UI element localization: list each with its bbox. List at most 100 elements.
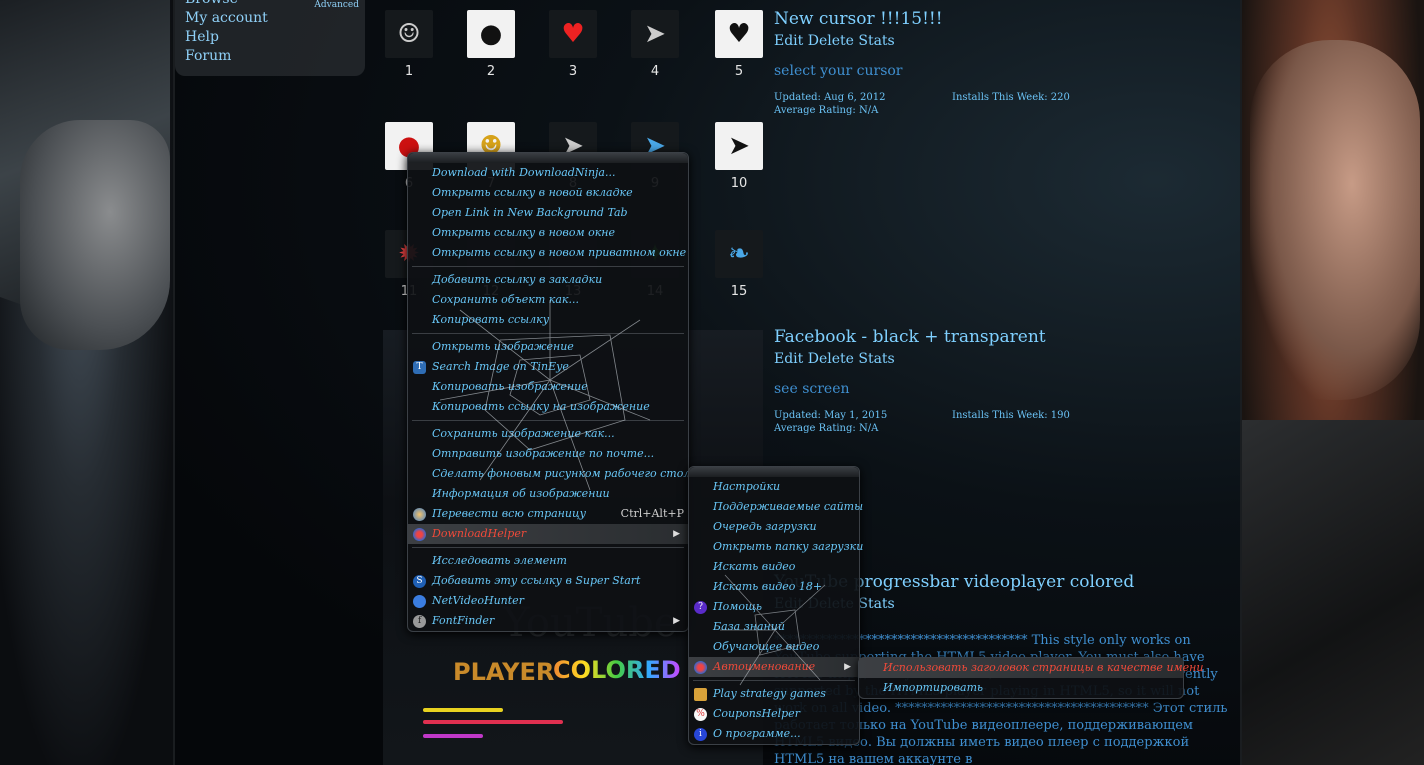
context-menu-item[interactable]: f FontFinder ▶ [408, 611, 688, 631]
progress-bar-yellow [423, 708, 503, 712]
nav-forum[interactable]: Forum [175, 47, 365, 66]
menu-header [689, 467, 859, 477]
downloadhelper-menu-item[interactable]: ? Помощь [689, 597, 859, 617]
entry-installs: Installs This Week: 220 [952, 92, 1070, 103]
winged-heart-icon[interactable]: ♥ [549, 10, 597, 58]
menu-item-label: Копировать изображение [432, 380, 588, 393]
autoname-submenu: Использовать заголовок страницы в качест… [858, 657, 1203, 699]
menu-item-label: Поддерживаемые сайты [713, 500, 864, 513]
context-menu-item[interactable]: Копировать ссылку [408, 310, 688, 330]
cursor-cell[interactable]: ♥ 5 [713, 10, 765, 79]
cursor-cell[interactable]: ❧ 15 [713, 230, 765, 299]
red-arrow-icon[interactable]: ➤ [715, 122, 763, 170]
menu-item-label: Обучающее видео [713, 640, 820, 653]
menu-item-label: Download with DownloadNinja... [432, 166, 616, 179]
context-menu-item[interactable]: T Search Image on TinEye [408, 357, 688, 377]
downloadhelper-menu-item[interactable]: i О программе... [689, 724, 859, 744]
downloadhelper-icon [413, 528, 426, 541]
context-menu-item[interactable]: Download with DownloadNinja... [408, 163, 688, 183]
menu-separator [693, 680, 855, 681]
menu-separator [412, 266, 684, 267]
downloadhelper-menu-item[interactable]: Настройки [689, 477, 859, 497]
about-icon: i [694, 728, 707, 741]
menu-item-label: Сохранить изображение как... [432, 427, 615, 440]
bomb-icon[interactable]: ● [467, 10, 515, 58]
cursor-cell[interactable]: ➤ 4 [629, 10, 681, 79]
entry-title[interactable]: New cursor !!!15!!! [774, 8, 1234, 30]
context-menu-item[interactable]: Открыть ссылку в новой вкладке [408, 183, 688, 203]
nav-my-account[interactable]: My account [175, 9, 365, 28]
jacket-image [1240, 420, 1424, 765]
superstart-icon: S [413, 575, 426, 588]
context-menu-item[interactable]: Open Link in New Background Tab [408, 203, 688, 223]
downloadhelper-menu-item[interactable]: Очередь загрузки [689, 517, 859, 537]
autoname-menu-item[interactable]: Импортировать [859, 678, 1183, 698]
menu-item-label: FontFinder [432, 614, 495, 627]
downloadhelper-menu-item[interactable]: Поддерживаемые сайты [689, 497, 863, 517]
context-menu-item[interactable]: Копировать изображение [408, 377, 688, 397]
downloadhelper-submenu: Настройки Поддерживаемые сайты Очередь заг… [688, 466, 863, 745]
downloadhelper-menu-item[interactable]: Автоименование ▶ [689, 657, 859, 677]
right-divider [1240, 0, 1242, 765]
cursor-cell[interactable]: ➤ 10 [713, 122, 765, 191]
submenu-arrow-icon: ▶ [673, 529, 680, 539]
menu-item-label: Отправить изображение по почте... [432, 447, 655, 460]
cursor-cell[interactable]: ♥ 3 [547, 10, 599, 79]
entry-meta: Updated: May 1, 2015 Average Rating: N/A… [774, 409, 1234, 435]
downloadhelper-menu-item[interactable]: Искать видео [689, 557, 859, 577]
menu-item-label: Open Link in New Background Tab [432, 206, 628, 219]
context-menu-item[interactable]: Сохранить изображение как... [408, 424, 688, 444]
entry-rating: Average Rating: N/A [774, 105, 879, 116]
downloadhelper-menu-item[interactable]: Искать видео 18+ [689, 577, 859, 597]
troll-face-icon[interactable]: ☺ [385, 10, 433, 58]
menu-item-label: Добавить эту ссылку в Super Start [432, 574, 641, 587]
right-wallpaper-woman [1240, 0, 1424, 765]
context-menu-item[interactable]: Информация об изображении [408, 484, 688, 504]
context-menu-item[interactable]: DownloadHelper ▶ [408, 524, 688, 544]
menu-item-label: CouponsHelper [713, 707, 800, 720]
blue-leaf-icon[interactable]: ❧ [715, 230, 763, 278]
black-heart-icon[interactable]: ♥ [715, 10, 763, 58]
downloadhelper-menu-item[interactable]: Открыть папку загрузки [689, 537, 863, 557]
nav-help[interactable]: Help [175, 28, 365, 47]
cursor-cell[interactable]: ☺ 1 [383, 10, 435, 79]
menu-item-label: NetVideoHunter [432, 594, 524, 607]
context-menu-item[interactable]: Сделать фоновым рисунком рабочего стола.… [408, 464, 707, 484]
downloadhelper-menu-item[interactable]: % CouponsHelper [689, 704, 859, 724]
downloadhelper-menu-item[interactable]: База знаний [689, 617, 859, 637]
context-menu-item[interactable]: Перевести всю страницу Ctrl+Alt+P [408, 504, 688, 524]
context-menu-item[interactable]: Открыть изображение [408, 337, 688, 357]
entry-title[interactable]: Facebook - black + transparent [774, 326, 1234, 348]
context-menu-item[interactable]: Открыть ссылку в новом приватном окне [408, 243, 688, 263]
context-menu-item[interactable]: Исследовать элемент [408, 551, 688, 571]
menu-item-label: Исследовать элемент [432, 554, 567, 567]
submenu-arrow-icon: ▶ [673, 616, 680, 626]
entry-actions[interactable]: Edit Delete Stats [774, 351, 1234, 367]
context-menu-item[interactable]: Открыть ссылку в новом окне [408, 223, 688, 243]
context-menu-item[interactable]: NetVideoHunter [408, 591, 688, 611]
menu-item-label: Копировать ссылку на изображение [432, 400, 650, 413]
menu-separator [412, 547, 684, 548]
cursor-number: 5 [734, 64, 744, 79]
preview-player-text: PLAYER [453, 658, 555, 686]
autoname-menu-item[interactable]: Использовать заголовок страницы в качест… [859, 658, 1203, 678]
fontfinder-icon: f [413, 615, 426, 628]
context-menu-item[interactable]: Сохранить объект как... [408, 290, 688, 310]
progress-bar-pink [423, 734, 483, 738]
downloadhelper-menu-item[interactable]: Обучающее видео [689, 637, 859, 657]
entry-actions[interactable]: Edit Delete Stats [774, 33, 1234, 49]
arrow-cursor-icon[interactable]: ➤ [631, 10, 679, 58]
context-menu-item[interactable]: Копировать ссылку на изображение [408, 397, 688, 417]
preview-colored-text: COLORED [553, 656, 681, 684]
advanced-link[interactable]: Advanced [314, 0, 359, 10]
menu-separator [412, 420, 684, 421]
context-menu-item[interactable]: Добавить ссылку в закладки [408, 270, 688, 290]
menu-item-label: Сделать фоновым рисунком рабочего стола.… [432, 467, 708, 480]
context-menu-item[interactable]: Отправить изображение по почте... [408, 444, 688, 464]
downloadhelper-menu-item[interactable]: Play strategy games [689, 684, 859, 704]
cursor-cell[interactable]: ● 2 [465, 10, 517, 79]
context-menu-item[interactable]: S Добавить эту ссылку в Super Start [408, 571, 688, 591]
menu-item-label: Сохранить объект как... [432, 293, 579, 306]
menu-item-label: Search Image on TinEye [432, 360, 569, 373]
context-menu: Download with DownloadNinja... Открыть сс… [407, 152, 707, 632]
